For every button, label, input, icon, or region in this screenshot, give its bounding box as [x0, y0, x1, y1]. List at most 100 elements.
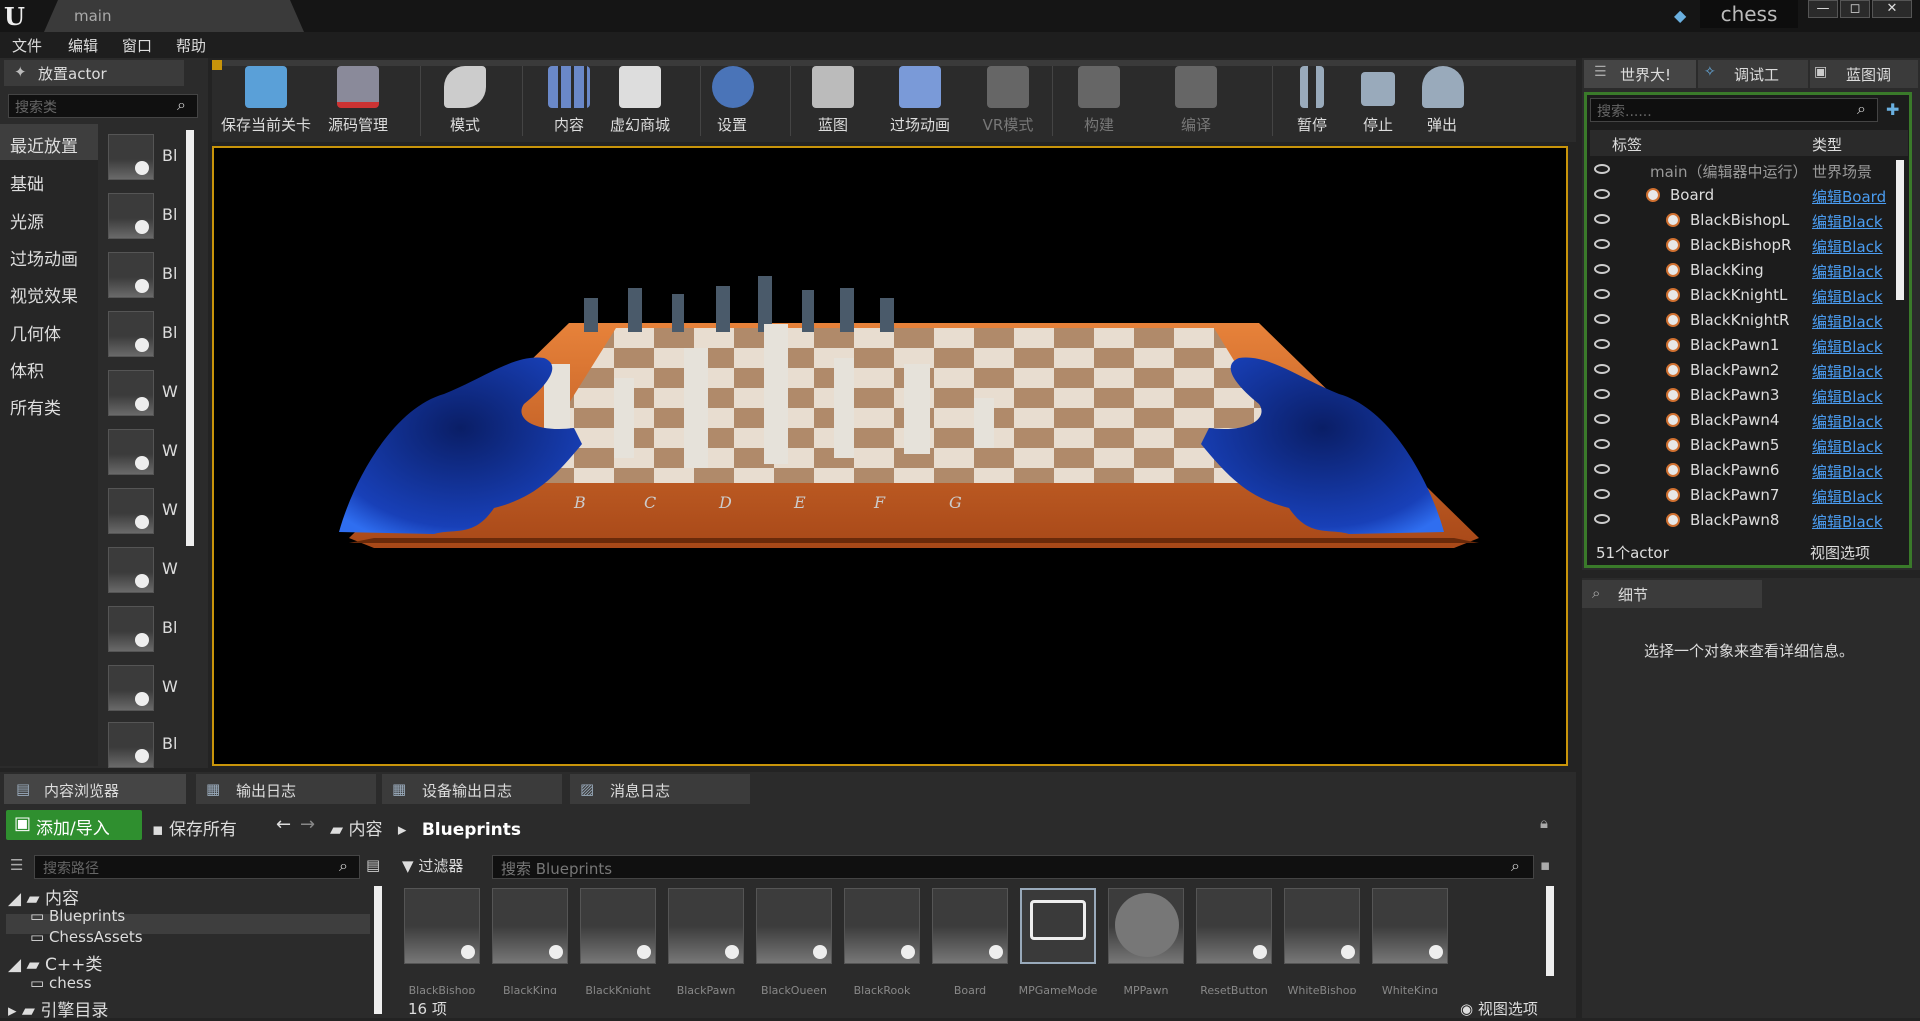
category-visual-effects[interactable]: 视觉效果	[0, 274, 98, 310]
column-label[interactable]: 标签	[1612, 134, 1642, 155]
visibility-eye-icon[interactable]	[1594, 364, 1610, 374]
tree-scrollbar[interactable]	[374, 886, 382, 1014]
tab-content-browser[interactable]: 内容浏览器	[4, 774, 186, 804]
save-level-button[interactable]: 保存当前关卡	[218, 66, 314, 138]
recent-asset-thumbnail[interactable]	[108, 606, 154, 652]
tree-item-engine[interactable]: ▸ ▰ 引擎目录	[8, 996, 108, 1021]
outliner-row[interactable]: BlackPawn5 编辑Black	[1590, 433, 1896, 458]
tab-device-output-log[interactable]: 设备输出日志	[382, 774, 562, 804]
content-button[interactable]: 内容	[536, 66, 602, 138]
source-control-button[interactable]: 源码管理	[322, 66, 394, 138]
visibility-eye-icon[interactable]	[1594, 464, 1610, 474]
visibility-eye-icon[interactable]	[1594, 439, 1610, 449]
recent-asset-thumbnail[interactable]	[108, 488, 154, 534]
asset-thumbnail[interactable]	[404, 888, 480, 964]
path-search-input[interactable]: 搜索路径 ⌕	[34, 855, 360, 879]
class-search-input[interactable]: 搜索类 ⌕	[8, 94, 198, 118]
tree-item-blueprints[interactable]: ▭ Blueprints	[30, 907, 125, 925]
visibility-eye-icon[interactable]	[1594, 414, 1610, 424]
minimize-button[interactable]: —	[1808, 0, 1838, 18]
add-actor-icon[interactable]: ✚	[1886, 100, 1899, 119]
add-import-button[interactable]: ▣ 添加/导入	[6, 810, 142, 840]
outliner-row[interactable]: BlackPawn8 编辑Black	[1590, 508, 1896, 533]
visibility-eye-icon[interactable]	[1594, 389, 1610, 399]
tab-message-log[interactable]: 消息日志	[570, 774, 750, 804]
visibility-eye-icon[interactable]	[1594, 214, 1610, 224]
save-search-icon[interactable]: ▪	[1540, 856, 1550, 874]
visibility-eye-icon[interactable]	[1594, 489, 1610, 499]
settings-button[interactable]: 设置	[712, 66, 754, 138]
recent-asset-thumbnail[interactable]	[108, 665, 154, 711]
category-all-classes[interactable]: 所有类	[0, 386, 98, 422]
visibility-eye-icon[interactable]	[1594, 314, 1610, 324]
lock-icon[interactable]: 🔒︎	[1540, 814, 1548, 832]
outliner-root-row[interactable]: main（编辑器中运行） 世界场景	[1590, 158, 1896, 183]
forward-arrow-icon[interactable]: →	[300, 814, 315, 835]
edit-blueprint-link[interactable]: 编辑Black	[1812, 436, 1896, 457]
outliner-row[interactable]: BlackPawn1 编辑Black	[1590, 333, 1896, 358]
recent-asset-thumbnail[interactable]	[108, 252, 154, 298]
tree-item-content[interactable]: ◢ ▰ 内容	[8, 884, 79, 909]
category-basic[interactable]: 基础	[0, 162, 98, 198]
sources-toggle-icon[interactable]: ☰	[10, 856, 23, 874]
asset-grid-scrollbar[interactable]	[1546, 886, 1554, 976]
asset-thumbnail[interactable]	[668, 888, 744, 964]
edit-blueprint-link[interactable]: 编辑Black	[1812, 361, 1896, 382]
filter-button[interactable]: ▼ 过滤器	[402, 855, 463, 876]
maximize-button[interactable]: ◻	[1840, 0, 1870, 18]
outliner-row[interactable]: BlackPawn2 编辑Black	[1590, 358, 1896, 383]
recent-asset-thumbnail[interactable]	[108, 547, 154, 593]
menu-edit[interactable]: 编辑	[68, 35, 98, 56]
column-type[interactable]: 类型	[1812, 134, 1842, 155]
outliner-row[interactable]: BlackKnightL 编辑Black	[1590, 283, 1896, 308]
category-volumes[interactable]: 体积	[0, 349, 98, 385]
edit-blueprint-link[interactable]: 编辑Black	[1812, 236, 1896, 257]
tab-place-actor[interactable]: ✦ 放置actor	[4, 60, 184, 86]
asset-thumbnail[interactable]	[1372, 888, 1448, 964]
edit-blueprint-link[interactable]: 编辑Black	[1812, 311, 1896, 332]
tree-item-chess[interactable]: ▭ chess	[30, 974, 92, 992]
visibility-eye-icon[interactable]	[1594, 189, 1610, 199]
vr-mode-button[interactable]: VR模式	[976, 66, 1040, 138]
tree-item-chessassets[interactable]: ▭ ChessAssets	[30, 928, 143, 946]
marketplace-button[interactable]: 虚幻商城	[604, 66, 676, 138]
close-button[interactable]: ✕	[1872, 0, 1912, 18]
level-viewport[interactable]: B C D E F G	[212, 146, 1568, 766]
menu-file[interactable]: 文件	[12, 35, 42, 56]
asset-thumbnail[interactable]	[1284, 888, 1360, 964]
tab-details[interactable]: 细节	[1582, 580, 1762, 608]
category-cinematic[interactable]: 过场动画	[0, 237, 98, 273]
menu-help[interactable]: 帮助	[176, 35, 206, 56]
modes-button[interactable]: 模式	[432, 66, 498, 138]
recent-asset-thumbnail[interactable]	[108, 722, 154, 768]
pause-button[interactable]: 暂停	[1292, 66, 1332, 138]
blueprints-button[interactable]: 蓝图	[808, 66, 858, 138]
back-arrow-icon[interactable]: ←	[276, 814, 291, 835]
recent-asset-thumbnail[interactable]	[108, 134, 154, 180]
edit-blueprint-link[interactable]: 编辑Board	[1812, 186, 1896, 207]
outliner-row[interactable]: BlackBishopR 编辑Black	[1590, 233, 1896, 258]
recent-asset-thumbnail[interactable]	[108, 370, 154, 416]
edit-blueprint-link[interactable]: 编辑Black	[1812, 411, 1896, 432]
outliner-view-options[interactable]: 视图选项	[1810, 542, 1870, 563]
recent-asset-thumbnail[interactable]	[108, 193, 154, 239]
visibility-eye-icon[interactable]	[1594, 514, 1610, 524]
tree-item-cpp[interactable]: ◢ ▰ C++类	[8, 950, 102, 975]
cinematics-button[interactable]: 过场动画	[884, 66, 956, 138]
level-tab[interactable]: main	[44, 0, 304, 32]
visibility-eye-icon[interactable]	[1594, 264, 1610, 274]
outliner-row[interactable]: BlackPawn4 编辑Black	[1590, 408, 1896, 433]
recent-asset-thumbnail[interactable]	[108, 311, 154, 357]
visibility-eye-icon[interactable]	[1594, 164, 1610, 174]
edit-blueprint-link[interactable]: 编辑Black	[1812, 386, 1896, 407]
edit-blueprint-link[interactable]: 编辑Black	[1812, 336, 1896, 357]
visibility-eye-icon[interactable]	[1594, 289, 1610, 299]
outliner-row[interactable]: BlackPawn3 编辑Black	[1590, 383, 1896, 408]
visibility-eye-icon[interactable]	[1594, 339, 1610, 349]
edit-blueprint-link[interactable]: 编辑Black	[1812, 486, 1896, 507]
category-geometry[interactable]: 几何体	[0, 312, 98, 348]
asset-search-input[interactable]: 搜索 Blueprints ⌕	[492, 855, 1534, 879]
place-panel-scrollbar[interactable]	[186, 130, 194, 546]
category-recent[interactable]: 最近放置	[0, 124, 98, 160]
category-lights[interactable]: 光源	[0, 200, 98, 236]
